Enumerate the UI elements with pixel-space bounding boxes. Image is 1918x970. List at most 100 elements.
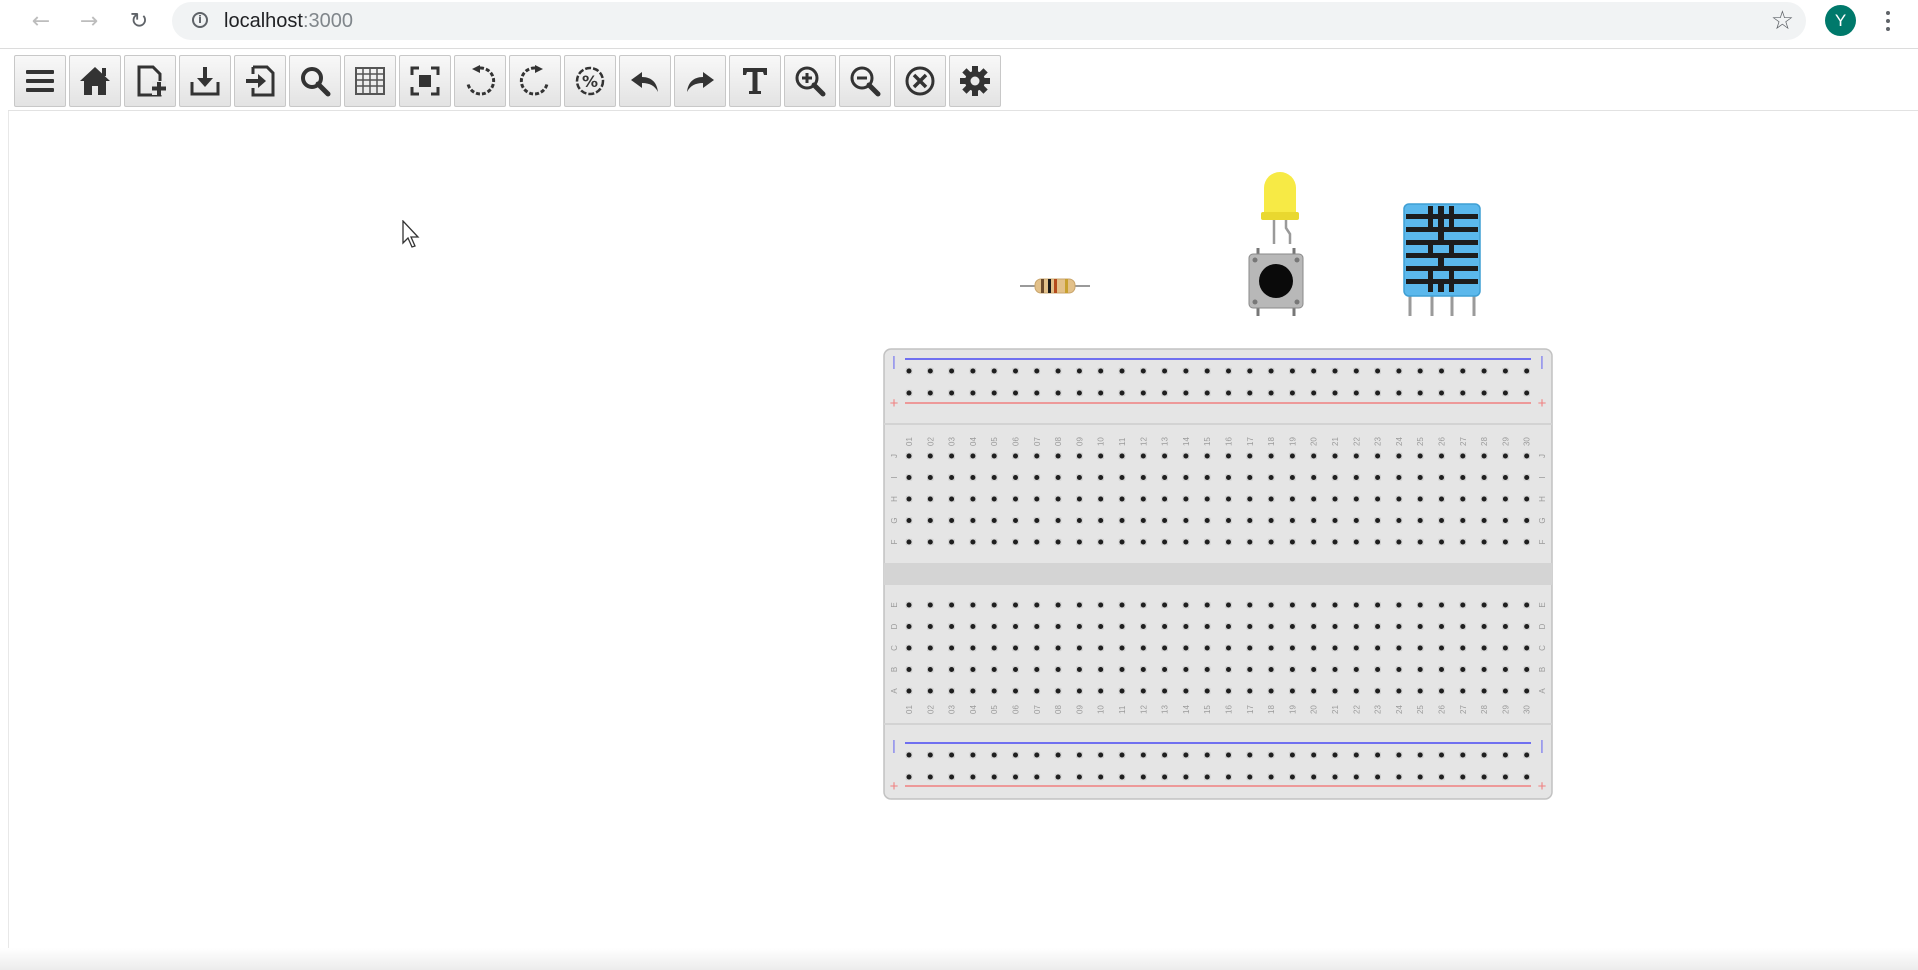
browser-menu-icon[interactable] <box>1878 6 1898 36</box>
column-label: 23 <box>1374 705 1383 714</box>
hole <box>970 496 976 502</box>
hole <box>1268 518 1274 523</box>
hole <box>1098 475 1104 480</box>
reload-icon[interactable]: ↻ <box>124 6 154 36</box>
column-label: 07 <box>1033 437 1042 446</box>
yellow-led-component[interactable] <box>1258 166 1302 244</box>
hole <box>1396 602 1402 608</box>
hole <box>1353 453 1359 459</box>
hole <box>1439 496 1444 502</box>
hole <box>1332 688 1338 694</box>
hole <box>1098 774 1104 780</box>
hole <box>949 667 955 672</box>
hole <box>1289 624 1295 629</box>
hole <box>1289 390 1295 396</box>
hole <box>1140 475 1146 480</box>
home-button[interactable] <box>69 55 121 107</box>
undo-button[interactable] <box>619 55 671 107</box>
back-arrow-icon[interactable]: ← <box>26 6 56 36</box>
search-button[interactable] <box>289 55 341 107</box>
address-text[interactable]: localhost:3000 <box>224 10 353 33</box>
push-button-component[interactable] <box>1246 248 1306 316</box>
address-bar[interactable]: i localhost:3000 ☆ <box>172 2 1806 40</box>
hole <box>1417 539 1423 545</box>
redo-button[interactable] <box>674 55 726 107</box>
breadboard-component[interactable]: | | + + | | + +01 02 03 04 05 06 07 08 09 10 11 12 13 14 15 16… <box>883 348 1553 800</box>
hole <box>1524 475 1530 480</box>
hole <box>1162 390 1168 396</box>
hole <box>1268 539 1274 545</box>
hole <box>1226 752 1231 758</box>
hole <box>1460 539 1466 545</box>
import-button[interactable] <box>234 55 286 107</box>
zoom-in-button[interactable] <box>784 55 836 107</box>
hole <box>1055 624 1061 629</box>
bookmark-star-icon[interactable]: ☆ <box>1771 6 1794 36</box>
hole <box>1481 667 1487 672</box>
new-file-icon <box>137 65 166 97</box>
rotate-right-button[interactable] <box>509 55 561 107</box>
column-label: 19 <box>1288 705 1297 714</box>
new-file-button[interactable] <box>124 55 176 107</box>
grid-button[interactable] <box>344 55 396 107</box>
app-toolbar: % <box>14 55 1004 107</box>
hole <box>970 475 976 480</box>
menu-button[interactable] <box>14 55 66 107</box>
hole <box>1076 518 1082 523</box>
settings-button[interactable] <box>949 55 1001 107</box>
zoom-reset-button[interactable]: % <box>564 55 616 107</box>
avatar-initial: Y <box>1834 10 1847 30</box>
forward-arrow-icon[interactable]: → <box>74 6 104 36</box>
profile-avatar[interactable]: Y <box>1825 5 1856 36</box>
hole <box>1439 774 1444 780</box>
column-label: 17 <box>1246 705 1255 714</box>
hole <box>1439 453 1444 459</box>
column-label: 23 <box>1374 437 1383 446</box>
column-label: 13 <box>1161 437 1170 446</box>
hole <box>1183 368 1189 374</box>
hole <box>1417 453 1423 459</box>
hole <box>1460 496 1466 502</box>
hole <box>1268 688 1274 694</box>
download-button[interactable] <box>179 55 231 107</box>
text-button[interactable] <box>729 55 781 107</box>
hole <box>970 368 976 374</box>
hole <box>1247 496 1253 502</box>
hole <box>1353 774 1359 780</box>
site-info-icon[interactable]: i <box>192 12 208 28</box>
zoom-out-button[interactable] <box>839 55 891 107</box>
hole <box>1375 752 1381 758</box>
hole <box>1098 645 1104 651</box>
hole <box>949 539 955 545</box>
zoom-reset-icon: % <box>575 66 605 96</box>
hole <box>1204 453 1210 459</box>
hole <box>991 368 997 374</box>
hole <box>1353 752 1359 758</box>
fit-to-screen-button[interactable] <box>399 55 451 107</box>
hole <box>1226 645 1231 651</box>
hole <box>1013 688 1018 694</box>
column-label: 27 <box>1459 437 1468 446</box>
column-label: 13 <box>1161 705 1170 714</box>
hole <box>1311 688 1317 694</box>
resistor-component[interactable] <box>1020 275 1090 297</box>
page-bottom <box>0 948 1918 970</box>
column-label: 05 <box>990 437 999 446</box>
hole <box>1183 688 1189 694</box>
bottom-rail-minus-label: | <box>1540 737 1544 753</box>
hole <box>1460 368 1466 374</box>
hole <box>927 518 933 523</box>
column-label: 07 <box>1033 705 1042 714</box>
hole <box>1076 602 1082 608</box>
hole <box>1524 390 1530 396</box>
bottom-rail-plus-label: + <box>1538 778 1547 795</box>
dht11-sensor-component[interactable] <box>1402 202 1482 316</box>
rotate-left-button[interactable] <box>454 55 506 107</box>
hole <box>1055 475 1061 480</box>
hole <box>1140 496 1146 502</box>
hole <box>949 453 955 459</box>
delete-button[interactable] <box>894 55 946 107</box>
hole <box>1311 774 1317 780</box>
hole <box>1289 475 1295 480</box>
column-label: 02 <box>926 437 935 446</box>
